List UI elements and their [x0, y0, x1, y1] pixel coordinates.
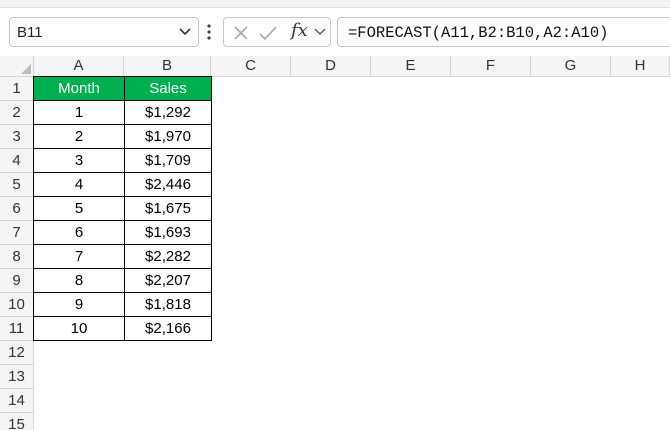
- more-options-icon[interactable]: [206, 22, 212, 42]
- cancel-icon[interactable]: [232, 24, 250, 42]
- column-header-a[interactable]: A: [34, 56, 124, 77]
- cell-a2[interactable]: 1: [33, 101, 125, 125]
- column-header-e[interactable]: E: [371, 56, 451, 77]
- row-header-12[interactable]: 12: [0, 341, 34, 365]
- row-header-5[interactable]: 5: [0, 173, 34, 197]
- chevron-down-icon[interactable]: [178, 27, 192, 37]
- column-header-c[interactable]: C: [211, 56, 291, 77]
- insert-function-button[interactable]: fx: [291, 20, 308, 41]
- row-header-3[interactable]: 3: [0, 125, 34, 149]
- column-header-h[interactable]: H: [611, 56, 670, 77]
- row-header-8[interactable]: 8: [0, 245, 34, 269]
- cell-b10[interactable]: $1,818: [124, 293, 212, 317]
- row-header-1[interactable]: 1: [0, 77, 34, 101]
- spreadsheet-grid: A B C D E F G H 1 2 3 4 5 6 7 8 9 10 11 …: [0, 56, 670, 430]
- chevron-down-icon[interactable]: [314, 28, 326, 36]
- cell-b4[interactable]: $1,709: [124, 149, 212, 173]
- header-cell-sales[interactable]: Sales: [124, 76, 212, 101]
- column-header-d[interactable]: D: [291, 56, 371, 77]
- cell-a5[interactable]: 4: [33, 173, 125, 197]
- cell-a9[interactable]: 8: [33, 269, 125, 293]
- cell-a10[interactable]: 9: [33, 293, 125, 317]
- column-header-f[interactable]: F: [451, 56, 531, 77]
- cell-b3[interactable]: $1,970: [124, 125, 212, 149]
- row-header-14[interactable]: 14: [0, 389, 34, 413]
- name-box-value: B11: [17, 24, 43, 41]
- cell-b6[interactable]: $1,675: [124, 197, 212, 221]
- formula-input[interactable]: =FORECAST(A11,B2:B10,A2:A10): [337, 17, 670, 47]
- cell-b11[interactable]: $2,166: [124, 317, 212, 341]
- cell-b7[interactable]: $1,693: [124, 221, 212, 245]
- row-header-4[interactable]: 4: [0, 149, 34, 173]
- formula-buttons: fx: [223, 17, 331, 47]
- enter-check-icon[interactable]: [258, 24, 278, 42]
- ribbon-edge: [0, 0, 670, 8]
- cell-a7[interactable]: 6: [33, 221, 125, 245]
- row-header-15[interactable]: 15: [0, 413, 34, 430]
- cell-a11[interactable]: 10: [33, 317, 125, 341]
- name-box[interactable]: B11: [9, 17, 199, 47]
- row-header-9[interactable]: 9: [0, 269, 34, 293]
- formula-bar: B11 fx =FORECAST(A11,B2:B10,A2:A10): [0, 8, 670, 56]
- row-header-11[interactable]: 11: [0, 317, 34, 341]
- cell-b8[interactable]: $2,282: [124, 245, 212, 269]
- row-header-10[interactable]: 10: [0, 293, 34, 317]
- header-cell-month[interactable]: Month: [33, 76, 125, 101]
- column-header-g[interactable]: G: [531, 56, 611, 77]
- cell-a8[interactable]: 7: [33, 245, 125, 269]
- select-all-button[interactable]: [0, 56, 34, 77]
- cell-a3[interactable]: 2: [33, 125, 125, 149]
- cell-b9[interactable]: $2,207: [124, 269, 212, 293]
- row-header-13[interactable]: 13: [0, 365, 34, 389]
- column-header-b[interactable]: B: [124, 56, 211, 77]
- cell-b5[interactable]: $2,446: [124, 173, 212, 197]
- row-header-2[interactable]: 2: [0, 101, 34, 125]
- cell-a6[interactable]: 5: [33, 197, 125, 221]
- select-all-triangle: [21, 64, 31, 74]
- row-header-7[interactable]: 7: [0, 221, 34, 245]
- formula-text: =FORECAST(A11,B2:B10,A2:A10): [348, 24, 609, 42]
- cell-a4[interactable]: 3: [33, 149, 125, 173]
- cell-b2[interactable]: $1,292: [124, 101, 212, 125]
- row-header-6[interactable]: 6: [0, 197, 34, 221]
